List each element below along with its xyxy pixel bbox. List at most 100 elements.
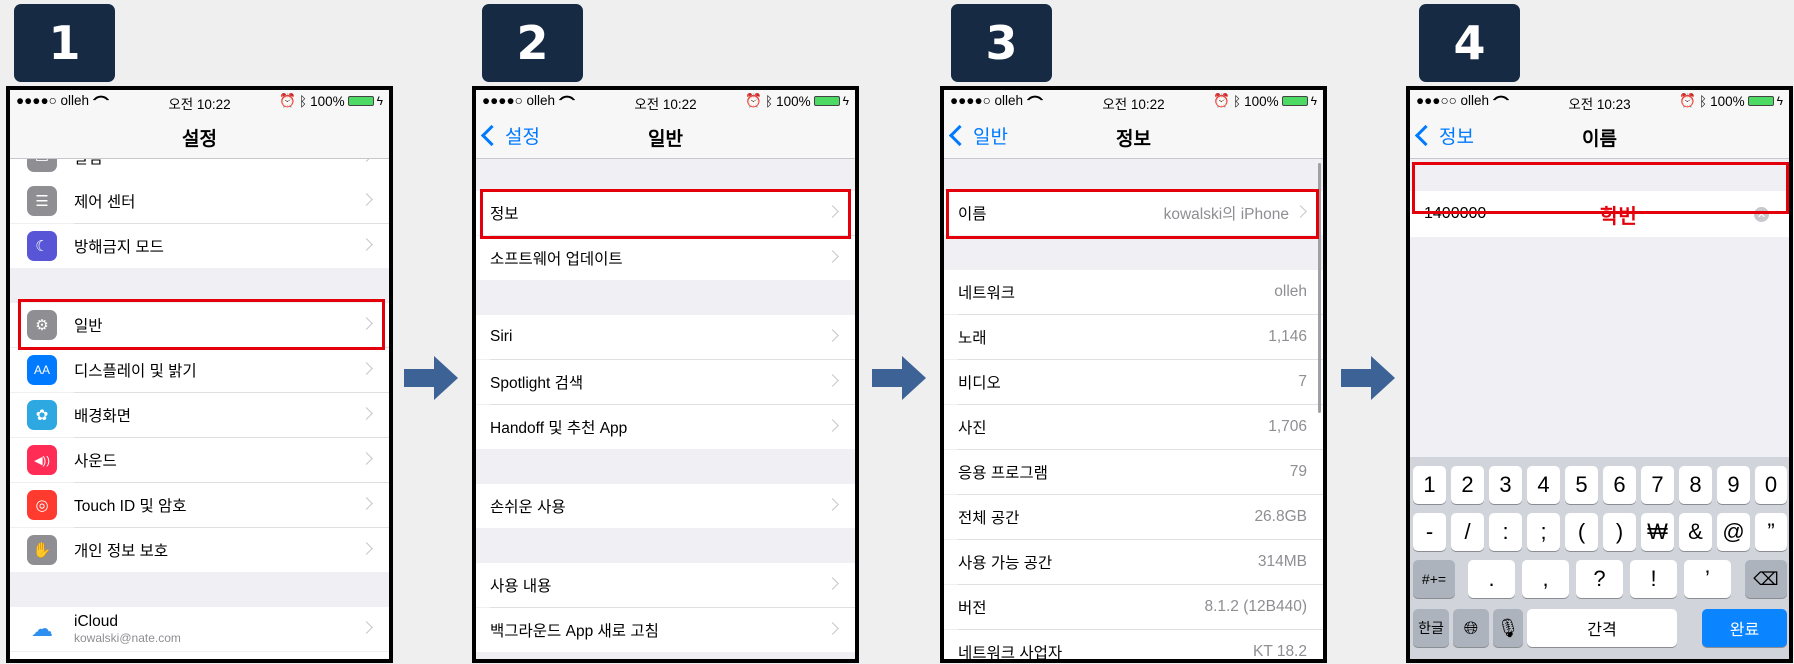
about-item-label: 버전 (958, 600, 987, 617)
highlight-box (946, 189, 1319, 239)
key-period[interactable]: . (1468, 560, 1515, 598)
settings-item-display[interactable]: AA 디스플레이 및 밝기 (10, 348, 389, 392)
display-brightness-icon: AA (27, 355, 57, 385)
key-question[interactable]: ? (1576, 560, 1623, 598)
settings-item-wallpaper[interactable]: ✿ 배경화면 (10, 393, 389, 437)
settings-item-privacy[interactable]: ✋ 개인 정보 보호 (10, 528, 389, 572)
key-ampersand[interactable]: & (1679, 513, 1712, 551)
icloud-title: iCloud (74, 613, 118, 630)
icloud-icon: ☁ (27, 614, 57, 644)
key-2[interactable]: 2 (1451, 466, 1484, 504)
settings-item-control-center[interactable]: ☰ 제어 센터 (10, 179, 389, 223)
status-bar: ●●●●○ olleh 오전 10:22 ⏰ ᛒ 100% ϟ (10, 90, 389, 112)
general-item-label: 사용 내용 (490, 578, 552, 595)
battery-icon (347, 96, 374, 106)
settings-item-label: 사운드 (74, 453, 117, 470)
key-3[interactable]: 3 (1489, 466, 1522, 504)
step-badge-2: 2 (482, 4, 583, 82)
settings-item-do-not-disturb[interactable]: ☾ 방해금지 모드 (10, 224, 389, 268)
about-item-label: 네트워크 사업자 (958, 645, 1063, 659)
key-1[interactable]: 1 (1413, 466, 1446, 504)
chevron-right-icon (826, 622, 839, 635)
phone-general: ●●●●○ olleh 오전 10:22 ⏰ ᛒ 100% ϟ 설정 일반 정보 소프… (472, 86, 859, 663)
general-item-label: 손쉬운 사용 (490, 499, 566, 516)
globe-icon[interactable]: 🌐︎ (1453, 609, 1489, 647)
key-apostrophe[interactable]: ’ (1684, 560, 1731, 598)
backspace-icon[interactable]: ⌫ (1745, 560, 1787, 598)
battery-icon (813, 96, 840, 106)
key-7[interactable]: 7 (1641, 466, 1674, 504)
general-item-spotlight[interactable]: Spotlight 검색 (476, 360, 855, 404)
about-item-value: KT 18.2 (1252, 643, 1307, 659)
settings-item-label: 디스플레이 및 밝기 (74, 363, 197, 380)
key-slash[interactable]: / (1451, 513, 1484, 551)
chevron-right-icon (360, 159, 373, 162)
highlight-box (1412, 162, 1789, 214)
settings-item-notifications[interactable]: ▭ 알림 (10, 159, 389, 179)
nav-bar: 정보 이름 (1410, 112, 1789, 159)
status-bar: ●●●●○ olleh 오전 10:22 ⏰ ᛒ 100% ϟ (944, 90, 1323, 112)
step-badge-1: 1 (14, 4, 115, 82)
key-close-paren[interactable]: ) (1603, 513, 1636, 551)
charging-icon: ϟ (376, 94, 383, 108)
microphone-icon[interactable]: 🎙︎ (1493, 609, 1523, 647)
nav-bar: 일반 정보 (944, 112, 1323, 159)
page-title: 설정 (182, 129, 217, 150)
about-item-label: 비디오 (958, 375, 1001, 392)
battery-icon (1281, 96, 1308, 106)
step-badge-3: 3 (951, 4, 1052, 82)
key-open-paren[interactable]: ( (1565, 513, 1598, 551)
chevron-right-icon (826, 374, 839, 387)
about-item-label: 사용 가능 공간 (958, 555, 1053, 572)
general-item-software-update[interactable]: 소프트웨어 업데이트 (476, 236, 855, 280)
about-item-value: 8.1.2 (12B440) (1204, 598, 1307, 615)
about-row: 네트워크 사업자 KT 18.2 (944, 630, 1323, 659)
key-hyphen[interactable]: - (1413, 513, 1446, 551)
settings-item-sounds[interactable]: ◀)) 사운드 (10, 438, 389, 482)
general-item-background-refresh[interactable]: 백그라운드 App 새로 고침 (476, 608, 855, 652)
settings-item-partial (10, 652, 389, 659)
key-semicolon[interactable]: ; (1527, 513, 1560, 551)
right-arrow-icon (872, 356, 926, 400)
about-item-label: 노래 (958, 330, 987, 347)
chevron-right-icon (360, 362, 373, 375)
space-bar[interactable]: 간격 (1527, 609, 1677, 647)
about-row: 비디오 7 (944, 360, 1323, 404)
key-colon[interactable]: : (1489, 513, 1522, 551)
key-0[interactable]: 0 (1755, 466, 1787, 504)
general-item-label: 소프트웨어 업데이트 (490, 251, 623, 268)
bluetooth-icon: ᛒ (1699, 93, 1708, 109)
general-item-label: Spotlight 검색 (490, 375, 584, 392)
status-bar: ●●●●○ olleh 오전 10:22 ⏰ ᛒ 100% ϟ (476, 90, 855, 112)
settings-item-touch-id[interactable]: ◎ Touch ID 및 암호 (10, 483, 389, 527)
general-item-handoff[interactable]: Handoff 및 추천 App (476, 405, 855, 449)
about-item-value: 1,146 (1268, 328, 1307, 345)
key-won[interactable]: ₩ (1641, 513, 1674, 551)
general-item-accessibility[interactable]: 손쉬운 사용 (476, 484, 855, 528)
general-item-usage[interactable]: 사용 내용 (476, 563, 855, 607)
key-4[interactable]: 4 (1527, 466, 1560, 504)
page-title: 이름 (1582, 129, 1617, 150)
done-button[interactable]: 완료 (1702, 609, 1787, 647)
about-item-value: 1,706 (1268, 418, 1307, 435)
settings-item-label: 개인 정보 보호 (74, 543, 169, 560)
settings-item-label: Touch ID 및 암호 (74, 498, 187, 515)
key-5[interactable]: 5 (1565, 466, 1598, 504)
key-language-korean[interactable]: 한글 (1413, 609, 1449, 647)
settings-item-label: 배경화면 (74, 408, 132, 425)
chevron-right-icon (360, 452, 373, 465)
icloud-account: kowalski@nate.com (74, 631, 181, 645)
key-at[interactable]: @ (1717, 513, 1750, 551)
key-9[interactable]: 9 (1717, 466, 1750, 504)
page-title: 정보 (1116, 129, 1151, 150)
settings-item-icloud[interactable]: ☁ iCloud kowalski@nate.com (10, 607, 389, 651)
general-item-siri[interactable]: Siri (476, 315, 855, 359)
key-exclamation[interactable]: ! (1630, 560, 1677, 598)
key-8[interactable]: 8 (1679, 466, 1712, 504)
key-quote[interactable]: ” (1755, 513, 1787, 551)
key-symbols-toggle[interactable]: #+= (1413, 560, 1455, 598)
battery-percent: 100% (310, 93, 345, 109)
key-6[interactable]: 6 (1603, 466, 1636, 504)
about-item-label: 전체 공간 (958, 510, 1020, 527)
key-comma[interactable]: , (1522, 560, 1569, 598)
